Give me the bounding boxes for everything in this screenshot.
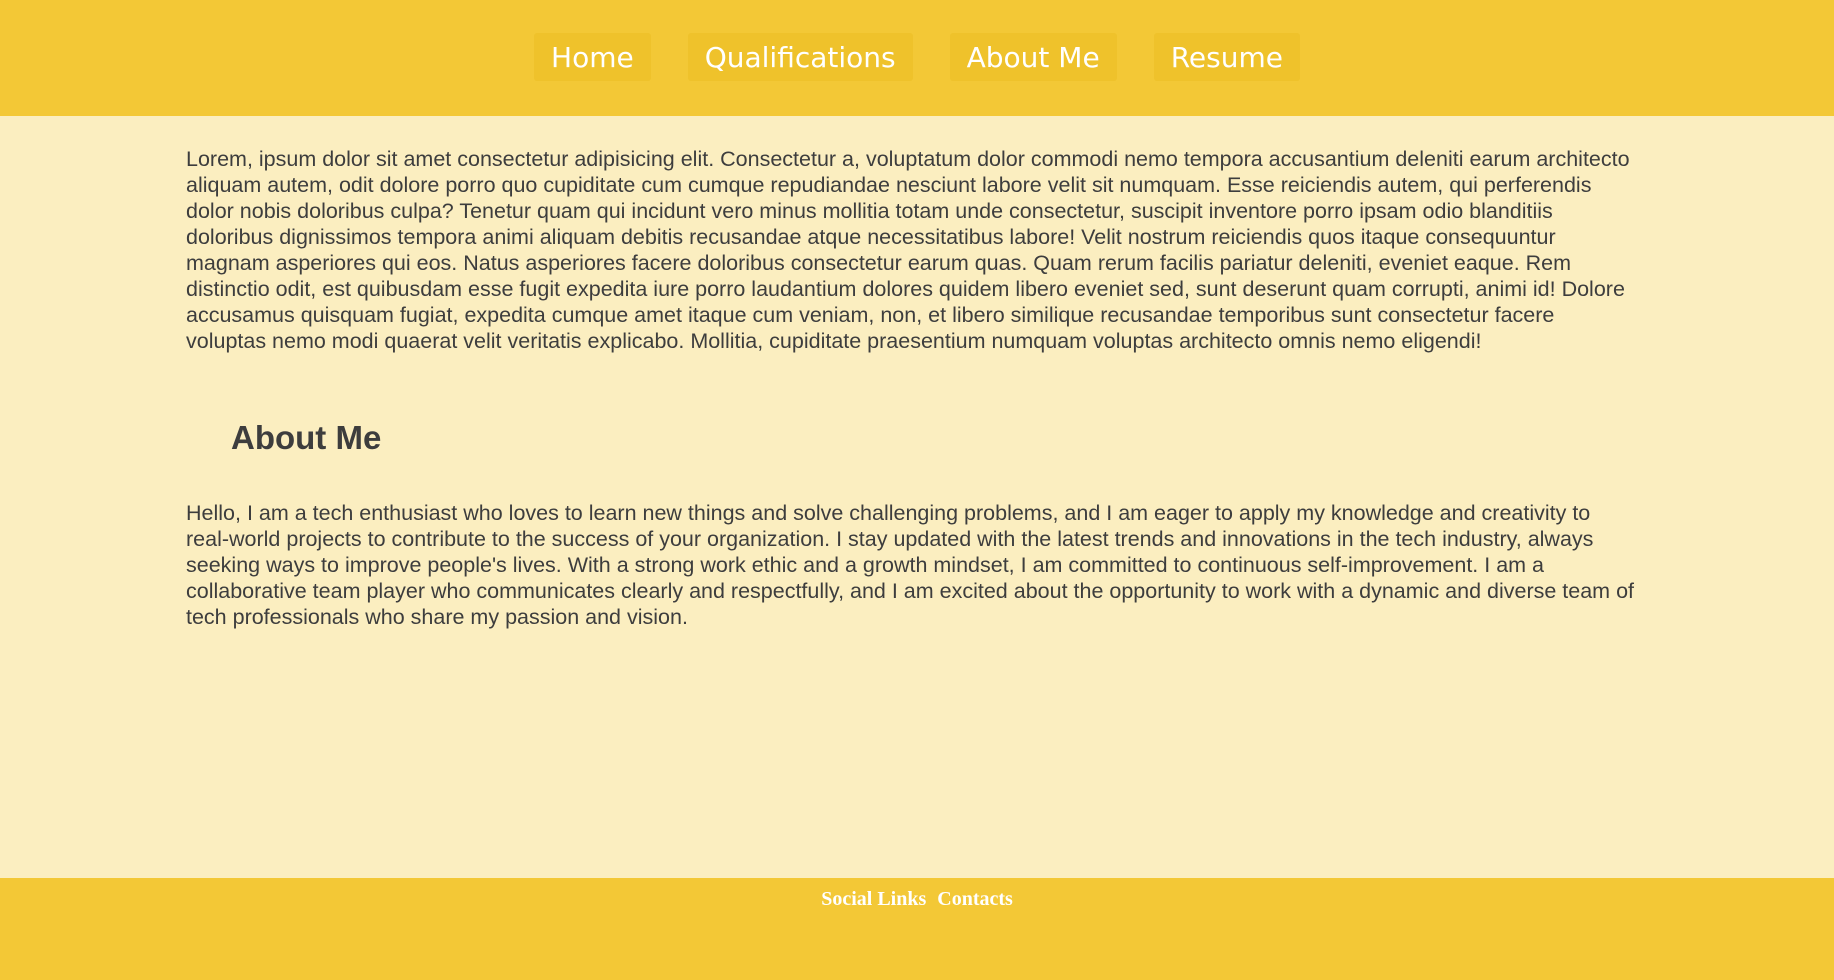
footer: Social Links Contacts <box>0 878 1834 980</box>
intro-paragraph: Lorem, ipsum dolor sit amet consectetur … <box>186 147 1630 353</box>
about-me-heading: About Me <box>231 419 382 456</box>
nav-list: Home Qualifications About Me Resume <box>0 33 1834 81</box>
nav-about-me-button[interactable]: About Me <box>949 33 1117 81</box>
social-links-link[interactable]: Social Links <box>821 887 926 911</box>
nav-qualifications-button[interactable]: Qualifications <box>687 33 913 81</box>
about-me-paragraph: Hello, I am a tech enthusiast who loves … <box>186 501 1634 629</box>
top-navigation-bar: Home Qualifications About Me Resume <box>0 0 1834 116</box>
contacts-link[interactable]: Contacts <box>937 887 1013 911</box>
nav-resume-button[interactable]: Resume <box>1153 33 1300 81</box>
footer-links: Social Links Contacts <box>0 887 1834 911</box>
nav-home-button[interactable]: Home <box>534 33 651 81</box>
main-content: Lorem, ipsum dolor sit amet consectetur … <box>186 146 1636 630</box>
